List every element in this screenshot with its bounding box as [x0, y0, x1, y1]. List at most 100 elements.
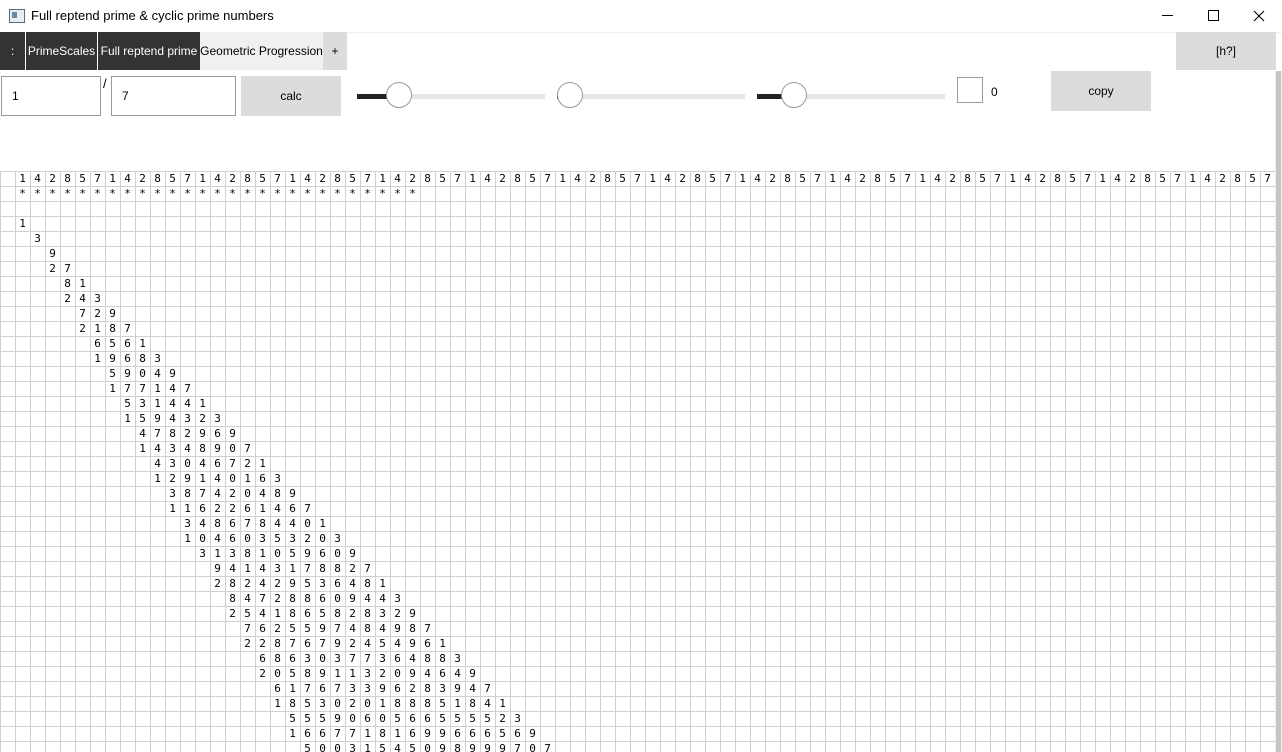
grid-cell: 8 — [514, 172, 521, 185]
grid-cell: 2 — [184, 427, 191, 440]
slider-2-handle[interactable] — [557, 82, 583, 108]
grid-cell: 6 — [454, 727, 461, 740]
grid-cell: 5 — [1159, 172, 1166, 185]
grid-cell: * — [19, 187, 26, 200]
grid-cell: 4 — [34, 172, 41, 185]
grid-cell: 4 — [124, 172, 131, 185]
grid-cell: 8 — [229, 577, 236, 590]
copy-button[interactable]: copy — [1051, 71, 1151, 111]
grid-cell: 1 — [1189, 172, 1196, 185]
option-checkbox[interactable] — [957, 77, 983, 103]
grid-cell: 4 — [184, 442, 191, 455]
slider-1[interactable] — [357, 82, 545, 108]
calc-button[interactable]: calc — [241, 76, 341, 116]
repetend-row: 1428571428571428571428571428571428571428… — [15, 171, 1275, 186]
grid-cell: 7 — [154, 427, 161, 440]
maximize-icon — [1207, 10, 1219, 21]
maximize-button[interactable] — [1190, 0, 1236, 31]
grid-cell: 9 — [124, 367, 131, 380]
scrollbar-thumb[interactable] — [1276, 71, 1281, 752]
grid-cell: * — [184, 187, 191, 200]
grid-cell: 1 — [649, 172, 656, 185]
grid-cell: 5 — [304, 742, 311, 752]
grid-cell: 6 — [259, 622, 266, 635]
grid-cell: 5 — [304, 622, 311, 635]
close-button[interactable] — [1236, 0, 1282, 31]
grid-cell: 4 — [574, 172, 581, 185]
grid-cell: 4 — [214, 172, 221, 185]
tab-full-reptend-prime[interactable]: Full reptend prime — [98, 32, 200, 70]
grid-cell: 7 — [1084, 172, 1091, 185]
grid-cell: 2 — [244, 457, 251, 470]
grid-cell: 4 — [364, 592, 371, 605]
grid-cell: 6 — [259, 652, 266, 665]
grid-cell: 8 — [604, 172, 611, 185]
grid-cell: 2 — [349, 637, 356, 650]
add-tab-button[interactable]: + — [323, 32, 347, 70]
grid-cell: 2 — [64, 292, 71, 305]
grid-cell: 5 — [319, 712, 326, 725]
grid-cell: 6 — [319, 727, 326, 740]
grid-cell: 4 — [259, 577, 266, 590]
slider-3[interactable] — [757, 82, 945, 108]
grid-cell: 1 — [94, 352, 101, 365]
grid-cell: 5 — [439, 712, 446, 725]
power-row: 19683 — [90, 351, 165, 366]
slider-3-handle[interactable] — [781, 82, 807, 108]
slider-2[interactable] — [557, 82, 745, 108]
grid-cell: 9 — [229, 427, 236, 440]
grid-cell: 1 — [259, 502, 266, 515]
grid-cell: 8 — [454, 742, 461, 752]
grid-cell: 2 — [589, 172, 596, 185]
minimize-button[interactable] — [1144, 0, 1190, 31]
grid-cell: 8 — [469, 697, 476, 710]
grid-cell: 4 — [154, 367, 161, 380]
grid-cell: 6 — [304, 727, 311, 740]
grid-cell: 3 — [364, 682, 371, 695]
grid-cell: 5 — [169, 172, 176, 185]
grid-cell: 1 — [19, 217, 26, 230]
tab-geometric-progression[interactable]: Geometric Progression — [200, 32, 323, 70]
grid-cell: 2 — [274, 577, 281, 590]
grid-cell: 0 — [274, 667, 281, 680]
grid-cell: 9 — [484, 742, 491, 752]
grid-cell: 7 — [364, 652, 371, 665]
tab-primescales[interactable]: PrimeScales — [26, 32, 97, 70]
grid-cell: 8 — [229, 592, 236, 605]
grid-cell: 9 — [409, 667, 416, 680]
grid-cell: 6 — [469, 727, 476, 740]
grid-cell: 9 — [169, 367, 176, 380]
grid-cell: 5 — [439, 697, 446, 710]
grid-cell: 6 — [424, 637, 431, 650]
grid-cell: 1 — [1099, 172, 1106, 185]
grid-cell: 3 — [214, 412, 221, 425]
grid-cell: * — [124, 187, 131, 200]
grid-cell: 4 — [229, 562, 236, 575]
grid-cell: 2 — [1039, 172, 1046, 185]
grid-cell: 5 — [289, 622, 296, 635]
grid-cell: * — [199, 187, 206, 200]
help-button[interactable]: [h?] — [1176, 32, 1276, 70]
grid-cell: 5 — [484, 712, 491, 725]
denominator-input[interactable]: 7 — [111, 76, 236, 116]
grid-cell: 0 — [394, 667, 401, 680]
slider-1-handle[interactable] — [386, 82, 412, 108]
grid-cell: 7 — [544, 742, 551, 752]
grid-cell: 4 — [259, 607, 266, 620]
grid-cell: 5 — [889, 172, 896, 185]
grid-cell: 9 — [154, 412, 161, 425]
grid-cell: 1 — [439, 637, 446, 650]
grid-cell: 2 — [1129, 172, 1136, 185]
power-row: 7625597484987 — [240, 621, 435, 636]
grid-cell: 4 — [469, 682, 476, 695]
grid-cell: 6 — [229, 517, 236, 530]
grid-cell: 6 — [244, 502, 251, 515]
grid-cell: 4 — [214, 487, 221, 500]
grid-cell: 1 — [394, 727, 401, 740]
grid-cell: 7 — [139, 382, 146, 395]
numerator-input[interactable]: 1 — [1, 76, 101, 116]
grid-cell: * — [34, 187, 41, 200]
tab-menu[interactable]: : — [0, 32, 25, 70]
power-row: 129140163 — [150, 471, 285, 486]
vertical-scrollbar[interactable] — [1275, 71, 1282, 752]
